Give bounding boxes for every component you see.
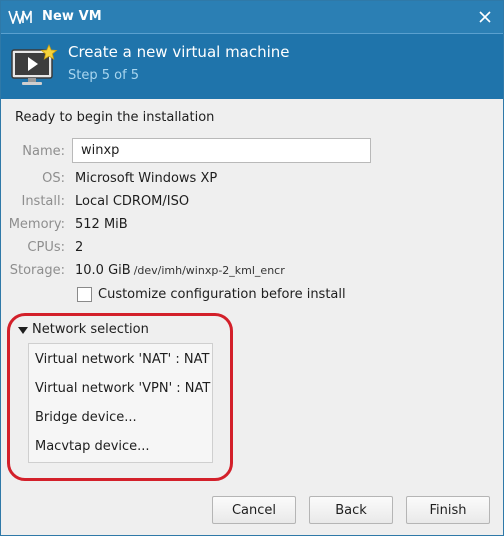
- cpus-label: CPUs:: [27, 240, 65, 255]
- customize-checkbox-row[interactable]: Customize configuration before install: [77, 287, 346, 302]
- storage-path: /dev/imh/winxp-2_kml_encr: [133, 264, 285, 277]
- ready-message: Ready to begin the installation: [15, 110, 215, 125]
- storage-size: 10.0 GiB: [75, 263, 131, 278]
- network-selection-expander[interactable]: Network selection: [17, 322, 149, 337]
- new-vm-window: New VM Create a new virtual machine Step…: [0, 0, 504, 536]
- network-option-nat[interactable]: Virtual network 'NAT' : NAT: [35, 352, 209, 367]
- vm-name-input[interactable]: [72, 138, 371, 163]
- wizard-step-indicator: Step 5 of 5: [68, 68, 140, 83]
- cpus-value: 2: [75, 240, 84, 255]
- wizard-header: Create a new virtual machine Step 5 of 5: [1, 33, 503, 99]
- network-option-vpn[interactable]: Virtual network 'VPN' : NAT: [35, 381, 210, 396]
- os-value: Microsoft Windows XP: [75, 171, 218, 186]
- cancel-button[interactable]: Cancel: [212, 496, 296, 524]
- triangle-down-icon: [18, 326, 28, 334]
- virt-manager-logo-icon: [8, 10, 32, 24]
- title-bar[interactable]: New VM: [1, 1, 503, 33]
- storage-label: Storage:: [9, 263, 65, 278]
- customize-label: Customize configuration before install: [98, 287, 346, 302]
- close-button[interactable]: [471, 3, 499, 31]
- close-icon: [479, 11, 491, 23]
- install-label: Install:: [21, 194, 65, 209]
- network-options-list: Virtual network 'NAT' : NAT Virtual netw…: [28, 343, 213, 463]
- monitor-play-star-icon: [11, 44, 58, 85]
- os-label: OS:: [42, 171, 65, 186]
- storage-value: 10.0 GiB/dev/imh/winxp-2_kml_encr: [75, 263, 285, 278]
- network-option-bridge[interactable]: Bridge device...: [35, 410, 137, 425]
- customize-checkbox[interactable]: [77, 287, 92, 302]
- memory-label: Memory:: [8, 217, 65, 232]
- memory-value: 512 MiB: [75, 217, 128, 232]
- window-title: New VM: [42, 9, 102, 24]
- finish-button[interactable]: Finish: [406, 496, 490, 524]
- back-button[interactable]: Back: [309, 496, 393, 524]
- install-value: Local CDROM/ISO: [75, 194, 190, 209]
- network-selection-label: Network selection: [32, 322, 149, 337]
- network-option-macvtap[interactable]: Macvtap device...: [35, 439, 150, 454]
- wizard-title: Create a new virtual machine: [68, 43, 290, 61]
- name-label: Name:: [22, 144, 65, 159]
